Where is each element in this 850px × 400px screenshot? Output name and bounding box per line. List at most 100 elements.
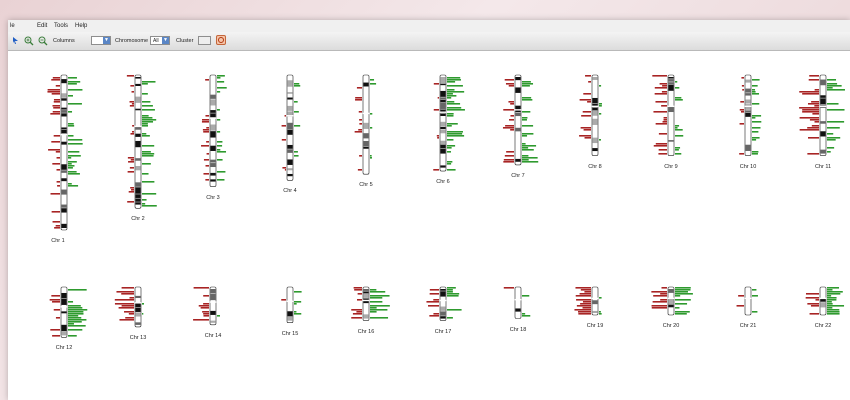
loss-bar	[429, 315, 439, 317]
loss-bar	[510, 103, 514, 105]
loss-bar	[127, 201, 134, 203]
loss-bar	[127, 171, 134, 173]
loss-bar	[56, 181, 60, 183]
chromosome-label: Chromosome	[115, 38, 149, 44]
chromosome-label: Chr 19	[586, 323, 604, 329]
loss-bar	[205, 179, 209, 181]
ideogram-band	[515, 77, 521, 81]
ideogram-band	[668, 77, 674, 79]
loss-bar	[124, 311, 134, 313]
ideogram-band	[135, 307, 141, 312]
gain-bar	[675, 293, 693, 295]
chromosome-1[interactable]	[47, 74, 83, 231]
ideogram-band	[287, 92, 293, 94]
ideogram-band	[210, 179, 216, 182]
loss-bar	[811, 125, 819, 127]
chromosome-20[interactable]	[651, 286, 693, 316]
cluster-select[interactable]	[198, 36, 211, 45]
chromosome-2[interactable]	[126, 74, 157, 209]
gain-bar	[142, 303, 145, 305]
chromosome-select[interactable]: All ▼	[150, 36, 170, 45]
chromosome-7[interactable]	[502, 74, 539, 166]
loss-bar	[579, 293, 591, 295]
gain-bar	[447, 289, 453, 291]
loss-bar	[660, 293, 667, 295]
gain-bar	[294, 313, 302, 315]
ideogram-band	[440, 121, 446, 127]
gain-bar	[675, 303, 688, 305]
ideogram-band	[440, 83, 446, 86]
chromosome-3[interactable]	[201, 74, 227, 187]
gain-bar	[142, 101, 151, 103]
zoom-in-icon[interactable]	[24, 36, 34, 46]
ideogram-band	[135, 96, 141, 103]
menu-tools[interactable]: Tools	[54, 23, 68, 29]
menu-help[interactable]: Help	[75, 23, 87, 29]
chromosome-15[interactable]	[281, 286, 302, 324]
gain-bar	[752, 103, 760, 105]
gain-bar	[522, 143, 526, 145]
ideogram-band	[820, 79, 826, 86]
gain-bar	[294, 155, 299, 157]
gain-bar	[752, 117, 756, 119]
gain-bar	[142, 119, 157, 121]
chromosome-label: Chr 15	[281, 330, 299, 337]
zoom-out-icon[interactable]	[38, 36, 48, 46]
gain-bar	[827, 299, 837, 301]
chromosome-10[interactable]	[739, 74, 762, 156]
gain-bar	[217, 315, 220, 317]
loss-bar	[736, 305, 744, 307]
chromosome-21[interactable]	[736, 286, 758, 316]
gain-bar	[294, 151, 298, 153]
chromosome-14[interactable]	[193, 286, 220, 326]
ideogram-band	[668, 82, 674, 85]
menu-edit[interactable]: Edit	[37, 23, 47, 29]
gain-bar	[752, 115, 762, 117]
loss-bar	[661, 91, 667, 93]
gain-bar	[447, 161, 453, 163]
ideogram-band	[592, 97, 598, 104]
gain-bar	[522, 117, 528, 119]
chromosome-12[interactable]	[49, 286, 88, 338]
menu-file[interactable]: le	[10, 23, 15, 29]
loss-bar	[577, 311, 591, 313]
chromosome-11[interactable]	[799, 74, 845, 156]
loss-bar	[129, 105, 134, 107]
chromosome-label: Chr 11	[814, 163, 832, 170]
gain-bar	[675, 291, 688, 293]
chromosome-8[interactable]	[579, 74, 602, 156]
loss-bar	[121, 305, 134, 307]
loss-bar	[282, 167, 286, 169]
gain-bar	[447, 113, 454, 115]
columns-select[interactable]: ▼	[91, 36, 111, 45]
chromosome-19[interactable]	[574, 286, 602, 316]
select-tool-icon[interactable]	[11, 36, 20, 45]
loss-bar	[53, 309, 60, 311]
ideogram-band	[210, 293, 216, 301]
chromosome-label: Chr 6	[436, 179, 450, 186]
chromosome-6[interactable]	[433, 74, 465, 172]
gain-bar	[675, 295, 681, 297]
loss-bar	[582, 307, 591, 309]
chromosome-9[interactable]	[652, 74, 684, 156]
loss-bar	[284, 115, 286, 117]
ideogram-band	[592, 300, 598, 305]
chromosome-17[interactable]	[426, 286, 462, 321]
chromosome-22[interactable]	[805, 286, 845, 316]
gain-bar	[294, 291, 302, 293]
gain-bar	[142, 173, 149, 175]
gain-bar	[447, 123, 458, 125]
chromosome-18[interactable]	[503, 286, 531, 319]
chromosome-16[interactable]	[351, 286, 390, 321]
export-button[interactable]	[216, 35, 226, 45]
gain-bar	[752, 311, 758, 313]
gain-bar	[142, 151, 151, 153]
loss-bar	[357, 169, 362, 171]
loss-bar	[799, 91, 819, 93]
gain-bar	[522, 111, 531, 113]
chromosome-5[interactable]	[354, 74, 377, 175]
chromosome-13[interactable]	[114, 286, 145, 328]
chromosome-4[interactable]	[281, 74, 301, 181]
loss-bar	[359, 123, 362, 125]
chromosome-label: Chr 22	[814, 323, 832, 329]
